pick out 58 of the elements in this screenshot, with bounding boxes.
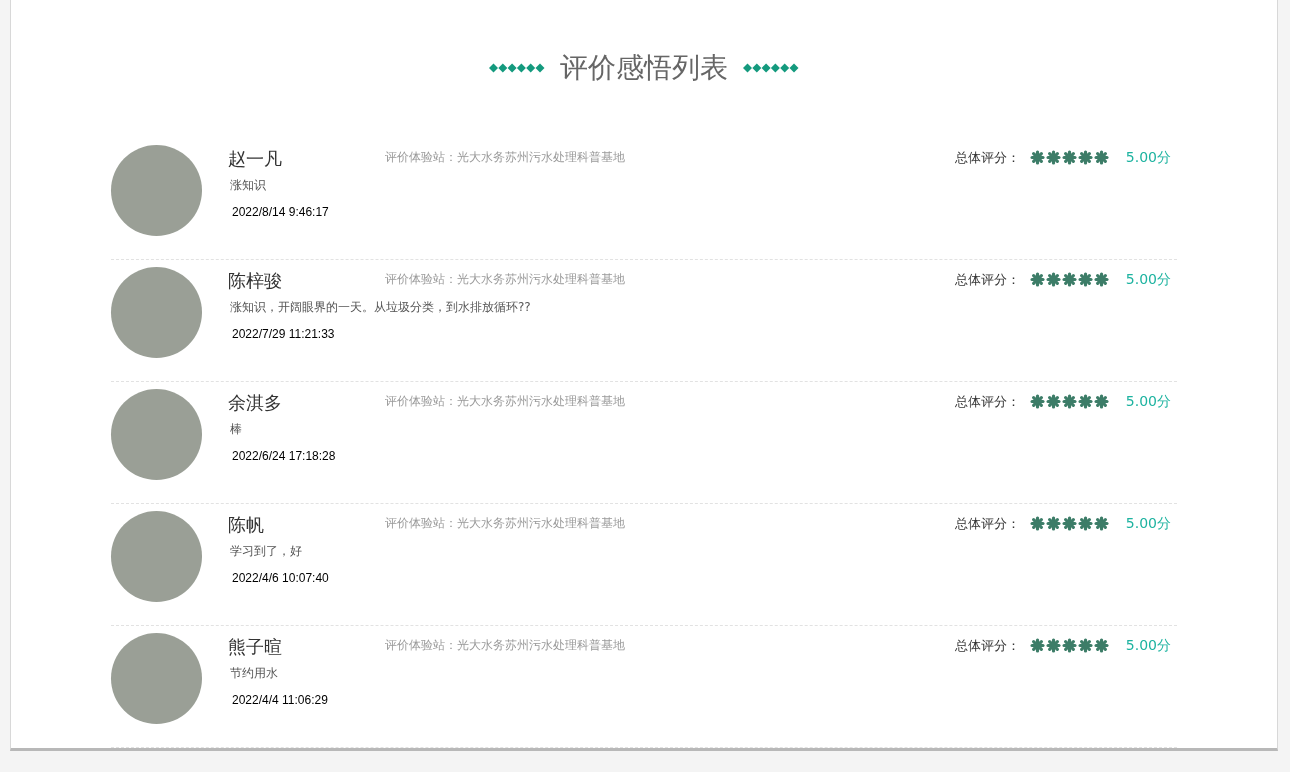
comment-text: 学习到了，好 <box>230 543 303 560</box>
comment-text: 涨知识，开阔眼界的一天。从垃圾分类，到水排放循环?? <box>230 299 532 316</box>
rating-label: 总体评分： <box>954 514 1020 533</box>
reviewer-name: 陈帆 <box>228 513 265 537</box>
score-text: 5.00分 <box>1125 270 1171 289</box>
star-icon <box>1045 638 1061 653</box>
star-icon <box>1077 638 1093 653</box>
star-icon <box>1029 638 1045 653</box>
rating-label: 总体评分： <box>954 270 1020 289</box>
star-icon <box>1045 394 1061 409</box>
review-time: 2022/7/29 11:21:33 <box>232 326 336 343</box>
star-icon <box>1077 516 1093 531</box>
star-icon <box>1045 272 1061 287</box>
page-title: 评价感悟列表 <box>560 50 728 86</box>
star-icon <box>1093 272 1109 287</box>
star-icon <box>1077 150 1093 165</box>
comment-text: 棒 <box>230 421 243 438</box>
review-time: 2022/4/6 10:07:40 <box>232 570 330 587</box>
station-text: 评价体验站：光大水务苏州污水处理科普基地 <box>385 515 625 532</box>
star-icon <box>1045 150 1061 165</box>
reviewer-name: 余淇多 <box>228 391 283 415</box>
star-icon <box>1077 272 1093 287</box>
star-icon <box>1093 516 1109 531</box>
review-time: 2022/8/14 9:46:17 <box>232 204 330 221</box>
rating-label: 总体评分： <box>954 392 1020 411</box>
review-time: 2022/6/24 17:18:28 <box>232 448 337 465</box>
star-icon <box>1061 394 1077 409</box>
score-text: 5.00分 <box>1125 514 1171 533</box>
score-text: 5.00分 <box>1125 148 1171 167</box>
reviewer-name: 陈梓骏 <box>228 269 283 293</box>
star-icon <box>1029 394 1045 409</box>
reviewer-name: 赵一凡 <box>228 147 283 171</box>
reviewer-name: 熊子暄 <box>228 635 283 659</box>
review-time: 2022/4/4 11:06:29 <box>232 692 329 709</box>
diamond-row-icon <box>742 62 800 74</box>
rating-label: 总体评分： <box>954 636 1020 655</box>
star-icon <box>1093 638 1109 653</box>
station-text: 评价体验站：光大水务苏州污水处理科普基地 <box>385 393 625 410</box>
comment-text: 涨知识 <box>230 177 267 194</box>
station-text: 评价体验站：光大水务苏州污水处理科普基地 <box>385 149 625 166</box>
star-icon <box>1045 516 1061 531</box>
diamond-row-icon <box>488 62 546 74</box>
star-icon <box>1029 150 1045 165</box>
station-text: 评价体验站：光大水务苏州污水处理科普基地 <box>385 271 625 288</box>
star-icon <box>1077 394 1093 409</box>
star-icon <box>1029 516 1045 531</box>
comment-text: 节约用水 <box>230 665 279 682</box>
score-text: 5.00分 <box>1125 636 1171 655</box>
rating-label: 总体评分： <box>954 148 1020 167</box>
star-icon <box>1093 394 1109 409</box>
star-icon <box>1061 638 1077 653</box>
score-text: 5.00分 <box>1125 392 1171 411</box>
star-icon <box>1029 272 1045 287</box>
star-icon <box>1093 150 1109 165</box>
star-icon <box>1061 150 1077 165</box>
star-icon <box>1061 272 1077 287</box>
star-icon <box>1061 516 1077 531</box>
station-text: 评价体验站：光大水务苏州污水处理科普基地 <box>385 637 625 654</box>
